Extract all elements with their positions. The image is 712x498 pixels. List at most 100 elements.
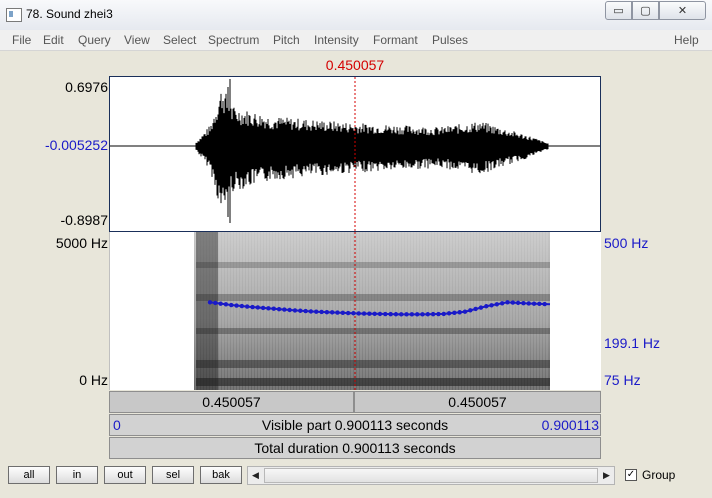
waveform-mid-label: -0.005252 xyxy=(44,137,108,153)
menu-view[interactable]: View xyxy=(124,33,150,47)
pitch-point xyxy=(340,310,346,316)
spectrogram-svg xyxy=(194,232,551,390)
menu-help[interactable]: Help xyxy=(674,33,699,47)
zoom-all-button[interactable]: all xyxy=(8,466,50,484)
scroll-left-arrow-icon[interactable]: ◀ xyxy=(248,467,263,484)
pitch-point xyxy=(441,311,446,317)
pitch-point xyxy=(404,312,409,317)
pitch-point xyxy=(457,310,462,315)
pitch-point xyxy=(229,302,234,308)
pitch-point xyxy=(537,301,542,307)
maximize-button[interactable]: ▢ xyxy=(632,1,659,20)
pitch-point xyxy=(515,300,521,306)
group-checkbox[interactable]: ✓ xyxy=(625,469,637,481)
zoom-back-button[interactable]: bak xyxy=(200,466,242,484)
pitch-point xyxy=(308,309,314,314)
pitch-point xyxy=(255,305,261,310)
pitch-point xyxy=(239,303,245,309)
close-button[interactable]: ✕ xyxy=(659,1,706,20)
pitch-point xyxy=(372,311,377,316)
pitch-point xyxy=(462,309,468,314)
pitch-value-label: 199.1 Hz xyxy=(604,335,661,351)
pitch-point xyxy=(531,301,537,306)
pitch-point xyxy=(377,311,383,317)
pitch-point xyxy=(244,304,250,309)
pitch-point xyxy=(414,312,420,317)
waveform-trace xyxy=(195,79,549,223)
zoom-out-button[interactable]: out xyxy=(104,466,146,484)
spectrogram-max-freq-label: 5000 Hz xyxy=(55,235,108,251)
pitch-point xyxy=(420,312,425,317)
pitch-point xyxy=(282,307,287,312)
spectrogram-min-freq-label: 0 Hz xyxy=(79,372,108,388)
pitch-point xyxy=(510,300,516,305)
waveform-panel[interactable] xyxy=(109,76,601,232)
pitch-point xyxy=(276,306,282,312)
zoom-in-button[interactable]: in xyxy=(56,466,98,484)
pitch-point xyxy=(218,301,223,306)
pitch-point xyxy=(345,310,351,316)
window-title: 78. Sound zhei3 xyxy=(26,7,113,21)
menu-select[interactable]: Select xyxy=(163,33,196,47)
waveform-svg xyxy=(110,77,600,231)
waveform-min-label: -0.8987 xyxy=(60,212,108,228)
scroll-thumb[interactable] xyxy=(264,468,598,483)
pitch-point xyxy=(452,310,457,316)
visible-start-time: 0 xyxy=(113,417,121,433)
pitch-point xyxy=(484,304,489,309)
selection-right-bar[interactable]: 0.450057 xyxy=(354,391,601,413)
selection-right-time: 0.450057 xyxy=(448,394,507,410)
spectrogram-panel[interactable] xyxy=(109,232,601,390)
pitch-max-label: 500 Hz xyxy=(604,235,649,251)
scroll-right-arrow-icon[interactable]: ▶ xyxy=(599,467,614,484)
zoom-selection-button[interactable]: sel xyxy=(152,466,194,484)
menu-formant[interactable]: Formant xyxy=(373,33,418,47)
time-scrollbar[interactable]: ◀ ▶ xyxy=(247,466,615,485)
pitch-point xyxy=(298,308,303,313)
pitch-point xyxy=(335,310,340,315)
menu-file[interactable]: File xyxy=(12,33,31,47)
pitch-point xyxy=(399,312,404,317)
pitch-point xyxy=(393,312,399,317)
waveform-max-label: 0.6976 xyxy=(65,79,108,95)
pitch-point xyxy=(213,300,218,306)
menu-spectrum[interactable]: Spectrum xyxy=(208,33,259,47)
menu-edit[interactable]: Edit xyxy=(43,33,64,47)
visible-part-text: Visible part 0.900113 seconds xyxy=(261,417,449,433)
pitch-point xyxy=(436,311,441,317)
menu-bar: File Edit Query View Select Spectrum Pit… xyxy=(0,30,712,51)
pitch-point xyxy=(468,308,473,313)
pitch-point xyxy=(489,303,494,308)
pitch-point xyxy=(292,308,298,313)
pitch-point xyxy=(319,309,324,315)
menu-intensity[interactable]: Intensity xyxy=(314,33,359,47)
total-duration-bar[interactable]: Total duration 0.900113 seconds xyxy=(109,437,601,459)
selection-left-bar[interactable]: 0.450057 xyxy=(109,391,354,413)
pitch-point xyxy=(271,306,276,311)
pitch-point xyxy=(388,311,393,317)
pitch-point xyxy=(430,311,436,317)
menu-pulses[interactable]: Pulses xyxy=(432,33,468,47)
menu-query[interactable]: Query xyxy=(78,33,111,47)
minimize-button[interactable]: ▭ xyxy=(605,1,632,20)
cursor-time-label: 0.450057 xyxy=(325,57,385,73)
pitch-point xyxy=(303,308,308,314)
visible-part-bar[interactable]: 0 Visible part 0.900113 seconds 0.900113 xyxy=(109,414,601,436)
pitch-point xyxy=(266,306,271,311)
pitch-point xyxy=(361,311,367,316)
pitch-point xyxy=(478,305,484,310)
selection-left-time: 0.450057 xyxy=(202,394,261,410)
pitch-min-label: 75 Hz xyxy=(604,372,641,388)
pitch-point xyxy=(329,310,335,315)
pitch-point xyxy=(356,311,361,316)
pitch-point xyxy=(473,306,478,312)
app-icon xyxy=(6,8,22,22)
pitch-point xyxy=(505,300,510,305)
group-label: Group xyxy=(642,468,676,482)
menu-pitch[interactable]: Pitch xyxy=(273,33,300,47)
pitch-point xyxy=(367,311,372,316)
pitch-point xyxy=(287,307,292,313)
pitch-point xyxy=(250,304,255,310)
pitch-point xyxy=(351,311,356,316)
visible-end-time: 0.900113 xyxy=(541,417,599,433)
